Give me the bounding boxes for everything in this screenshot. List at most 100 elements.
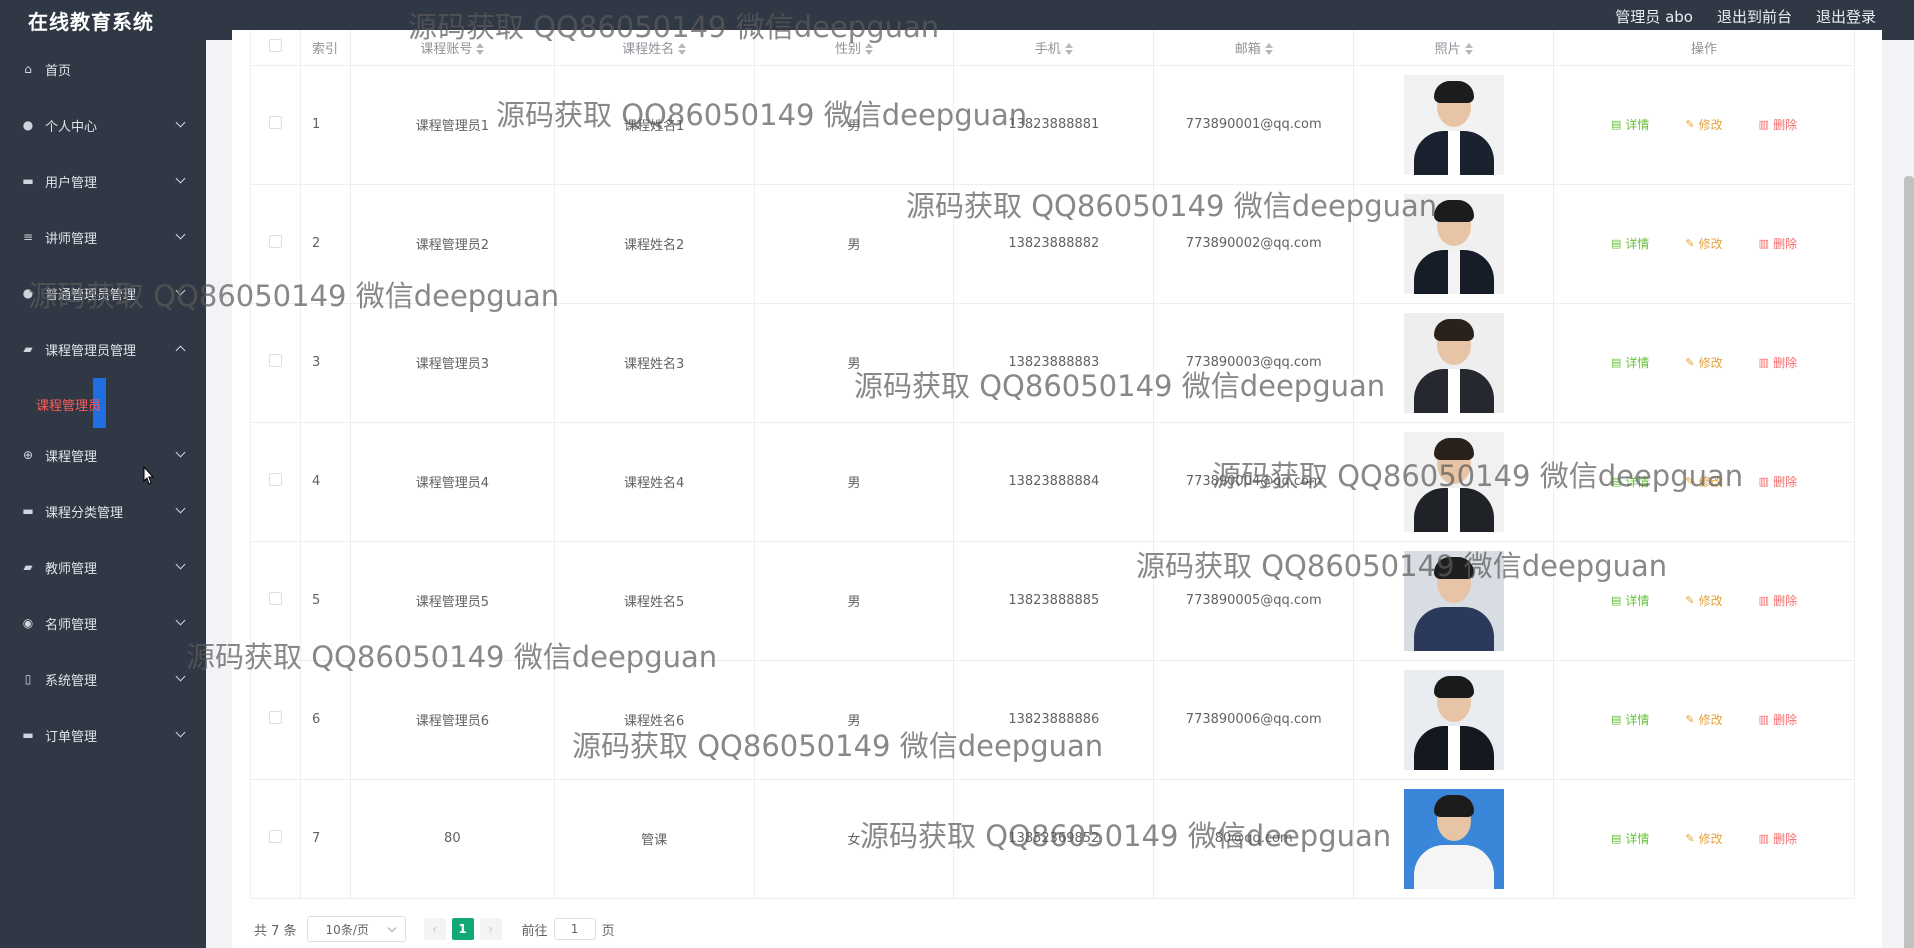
col-index: 索引 <box>300 30 351 66</box>
row-select-cell[interactable] <box>250 65 301 185</box>
cell-photo <box>1353 422 1555 542</box>
profile-photo[interactable] <box>1403 312 1504 413</box>
detail-button[interactable]: ▤ 详情 <box>1611 235 1649 252</box>
detail-button[interactable]: ▤ 详情 <box>1611 830 1649 847</box>
profile-photo[interactable] <box>1403 74 1504 175</box>
profile-photo[interactable] <box>1403 788 1504 889</box>
vertical-scrollbar[interactable] <box>1904 176 1914 948</box>
row-select-cell[interactable] <box>250 184 301 304</box>
submenu-item-course-admin[interactable]: 课程管理员 <box>36 381 101 427</box>
sidebar-item-admins[interactable]: ● 普通管理员管理 <box>0 274 206 312</box>
delete-button[interactable]: ▥ 删除 <box>1759 116 1797 133</box>
edit-icon: ✎ <box>1685 237 1695 250</box>
edit-button[interactable]: ✎ 修改 <box>1685 830 1722 847</box>
col-account[interactable]: 课程账号 <box>350 30 555 66</box>
row-checkbox[interactable] <box>268 592 282 605</box>
row-select-cell[interactable] <box>250 660 301 780</box>
sidebar-item-home[interactable]: ⌂ 首页 <box>0 50 206 88</box>
delete-button[interactable]: ▥ 删除 <box>1759 592 1797 609</box>
edit-button[interactable]: ✎ 修改 <box>1685 592 1722 609</box>
sort-icon[interactable] <box>1064 43 1073 56</box>
cell-account: 课程管理员3 <box>350 303 555 423</box>
next-page-button[interactable]: › <box>479 918 502 940</box>
row-checkbox[interactable] <box>268 354 282 367</box>
profile-photo[interactable] <box>1403 669 1504 770</box>
profile-photo[interactable] <box>1403 431 1504 532</box>
page-number-current[interactable]: 1 <box>451 918 474 940</box>
profile-photo[interactable] <box>1403 550 1504 651</box>
delete-button[interactable]: ▥ 删除 <box>1759 235 1797 252</box>
delete-button[interactable]: ▥ 删除 <box>1759 830 1797 847</box>
cell-gender: 男 <box>754 660 955 780</box>
row-select-cell[interactable] <box>250 541 301 661</box>
cell-actions: ▤ 详情 ✎ 修改 ▥ 删除 <box>1553 779 1855 899</box>
profile-photo[interactable] <box>1403 193 1504 294</box>
detail-button[interactable]: ▤ 详情 <box>1611 592 1649 609</box>
row-select-cell[interactable] <box>250 779 301 899</box>
edit-button[interactable]: ✎ 修改 <box>1685 711 1722 728</box>
cell-email: 80@qq.com <box>1153 779 1355 899</box>
page-size-select[interactable]: 10条/页 <box>306 916 406 942</box>
detail-button[interactable]: ▤ 详情 <box>1611 116 1649 133</box>
cell-name: 管课 <box>554 779 755 899</box>
sort-icon[interactable] <box>476 43 485 56</box>
sidebar-item-course-categories[interactable]: ▬ 课程分类管理 <box>0 492 206 530</box>
cell-photo <box>1353 779 1555 899</box>
edit-button[interactable]: ✎ 修改 <box>1685 116 1722 133</box>
select-all-checkbox[interactable] <box>268 38 282 52</box>
col-gender[interactable]: 性别 <box>754 30 955 66</box>
prev-page-button[interactable]: ‹ <box>423 918 446 940</box>
sidebar-item-teachers[interactable]: ▰ 教师管理 <box>0 548 206 586</box>
page-size-value: 10条/页 <box>325 922 369 937</box>
detail-button[interactable]: ▤ 详情 <box>1611 711 1649 728</box>
trash-icon: ▥ <box>1758 832 1770 845</box>
row-checkbox[interactable] <box>268 235 282 248</box>
logout-link[interactable]: 退出登录 <box>1816 6 1876 27</box>
row-checkbox[interactable] <box>268 473 282 486</box>
row-checkbox[interactable] <box>268 830 282 843</box>
row-select-cell[interactable] <box>250 422 301 542</box>
row-select-cell[interactable] <box>250 303 301 423</box>
col-photo[interactable]: 照片 <box>1353 30 1555 66</box>
detail-button[interactable]: ▤ 详情 <box>1611 354 1649 371</box>
sidebar-item-course-admins[interactable]: ▰ 课程管理员管理 <box>0 330 206 368</box>
sidebar-item-orders[interactable]: ▬ 订单管理 <box>0 716 206 754</box>
detail-button[interactable]: ▤ 详情 <box>1611 473 1649 490</box>
cell-index: 5 <box>300 541 351 661</box>
select-all-cell[interactable] <box>250 30 301 66</box>
cell-name: 课程姓名4 <box>554 422 755 542</box>
delete-button[interactable]: ▥ 删除 <box>1759 711 1797 728</box>
table-row: 4 课程管理员4 课程姓名4 男 13823888884 773890004@qq.com… <box>250 422 1855 542</box>
row-checkbox[interactable] <box>268 116 282 129</box>
row-checkbox[interactable] <box>268 711 282 724</box>
back-to-front-link[interactable]: 退出到前台 <box>1717 6 1792 27</box>
edit-button[interactable]: ✎ 修改 <box>1685 235 1722 252</box>
col-name[interactable]: 课程姓名 <box>554 30 755 66</box>
sidebar-item-courses[interactable]: ⊕ 课程管理 <box>0 436 206 474</box>
sidebar-item-users[interactable]: ▬ 用户管理 <box>0 162 206 200</box>
chat-icon: ▬ <box>22 174 34 188</box>
col-email[interactable]: 邮箱 <box>1153 30 1355 66</box>
compass-icon: ⊕ <box>22 448 34 462</box>
sort-icon[interactable] <box>678 43 687 56</box>
chevron-down-icon <box>175 173 186 184</box>
sidebar-item-personal[interactable]: ● 个人中心 <box>0 106 206 144</box>
goto-page-input[interactable]: 1 <box>553 918 596 940</box>
sort-icon[interactable] <box>864 43 873 56</box>
sidebar-item-lecturers[interactable]: ≡ 讲师管理 <box>0 218 206 256</box>
sidebar-item-famous-teachers[interactable]: ◉ 名师管理 <box>0 604 206 642</box>
chevron-down-icon <box>175 285 186 296</box>
delete-button[interactable]: ▥ 删除 <box>1759 354 1797 371</box>
col-phone[interactable]: 手机 <box>953 30 1155 66</box>
sidebar-item-system[interactable]: ▯ 系统管理 <box>0 660 206 698</box>
sort-icon[interactable] <box>1264 43 1273 56</box>
edit-button[interactable]: ✎ 修改 <box>1685 354 1722 371</box>
sidebar-item-label: 课程管理员管理 <box>45 343 137 359</box>
edit-button[interactable]: ✎ 修改 <box>1685 473 1722 490</box>
delete-button[interactable]: ▥ 删除 <box>1759 473 1797 490</box>
document-icon: ▤ <box>1611 356 1622 369</box>
cell-index: 3 <box>300 303 351 423</box>
col-account-label: 课程账号 <box>420 41 473 57</box>
sidebar-item-label: 名师管理 <box>45 617 98 633</box>
sort-icon[interactable] <box>1464 43 1473 56</box>
